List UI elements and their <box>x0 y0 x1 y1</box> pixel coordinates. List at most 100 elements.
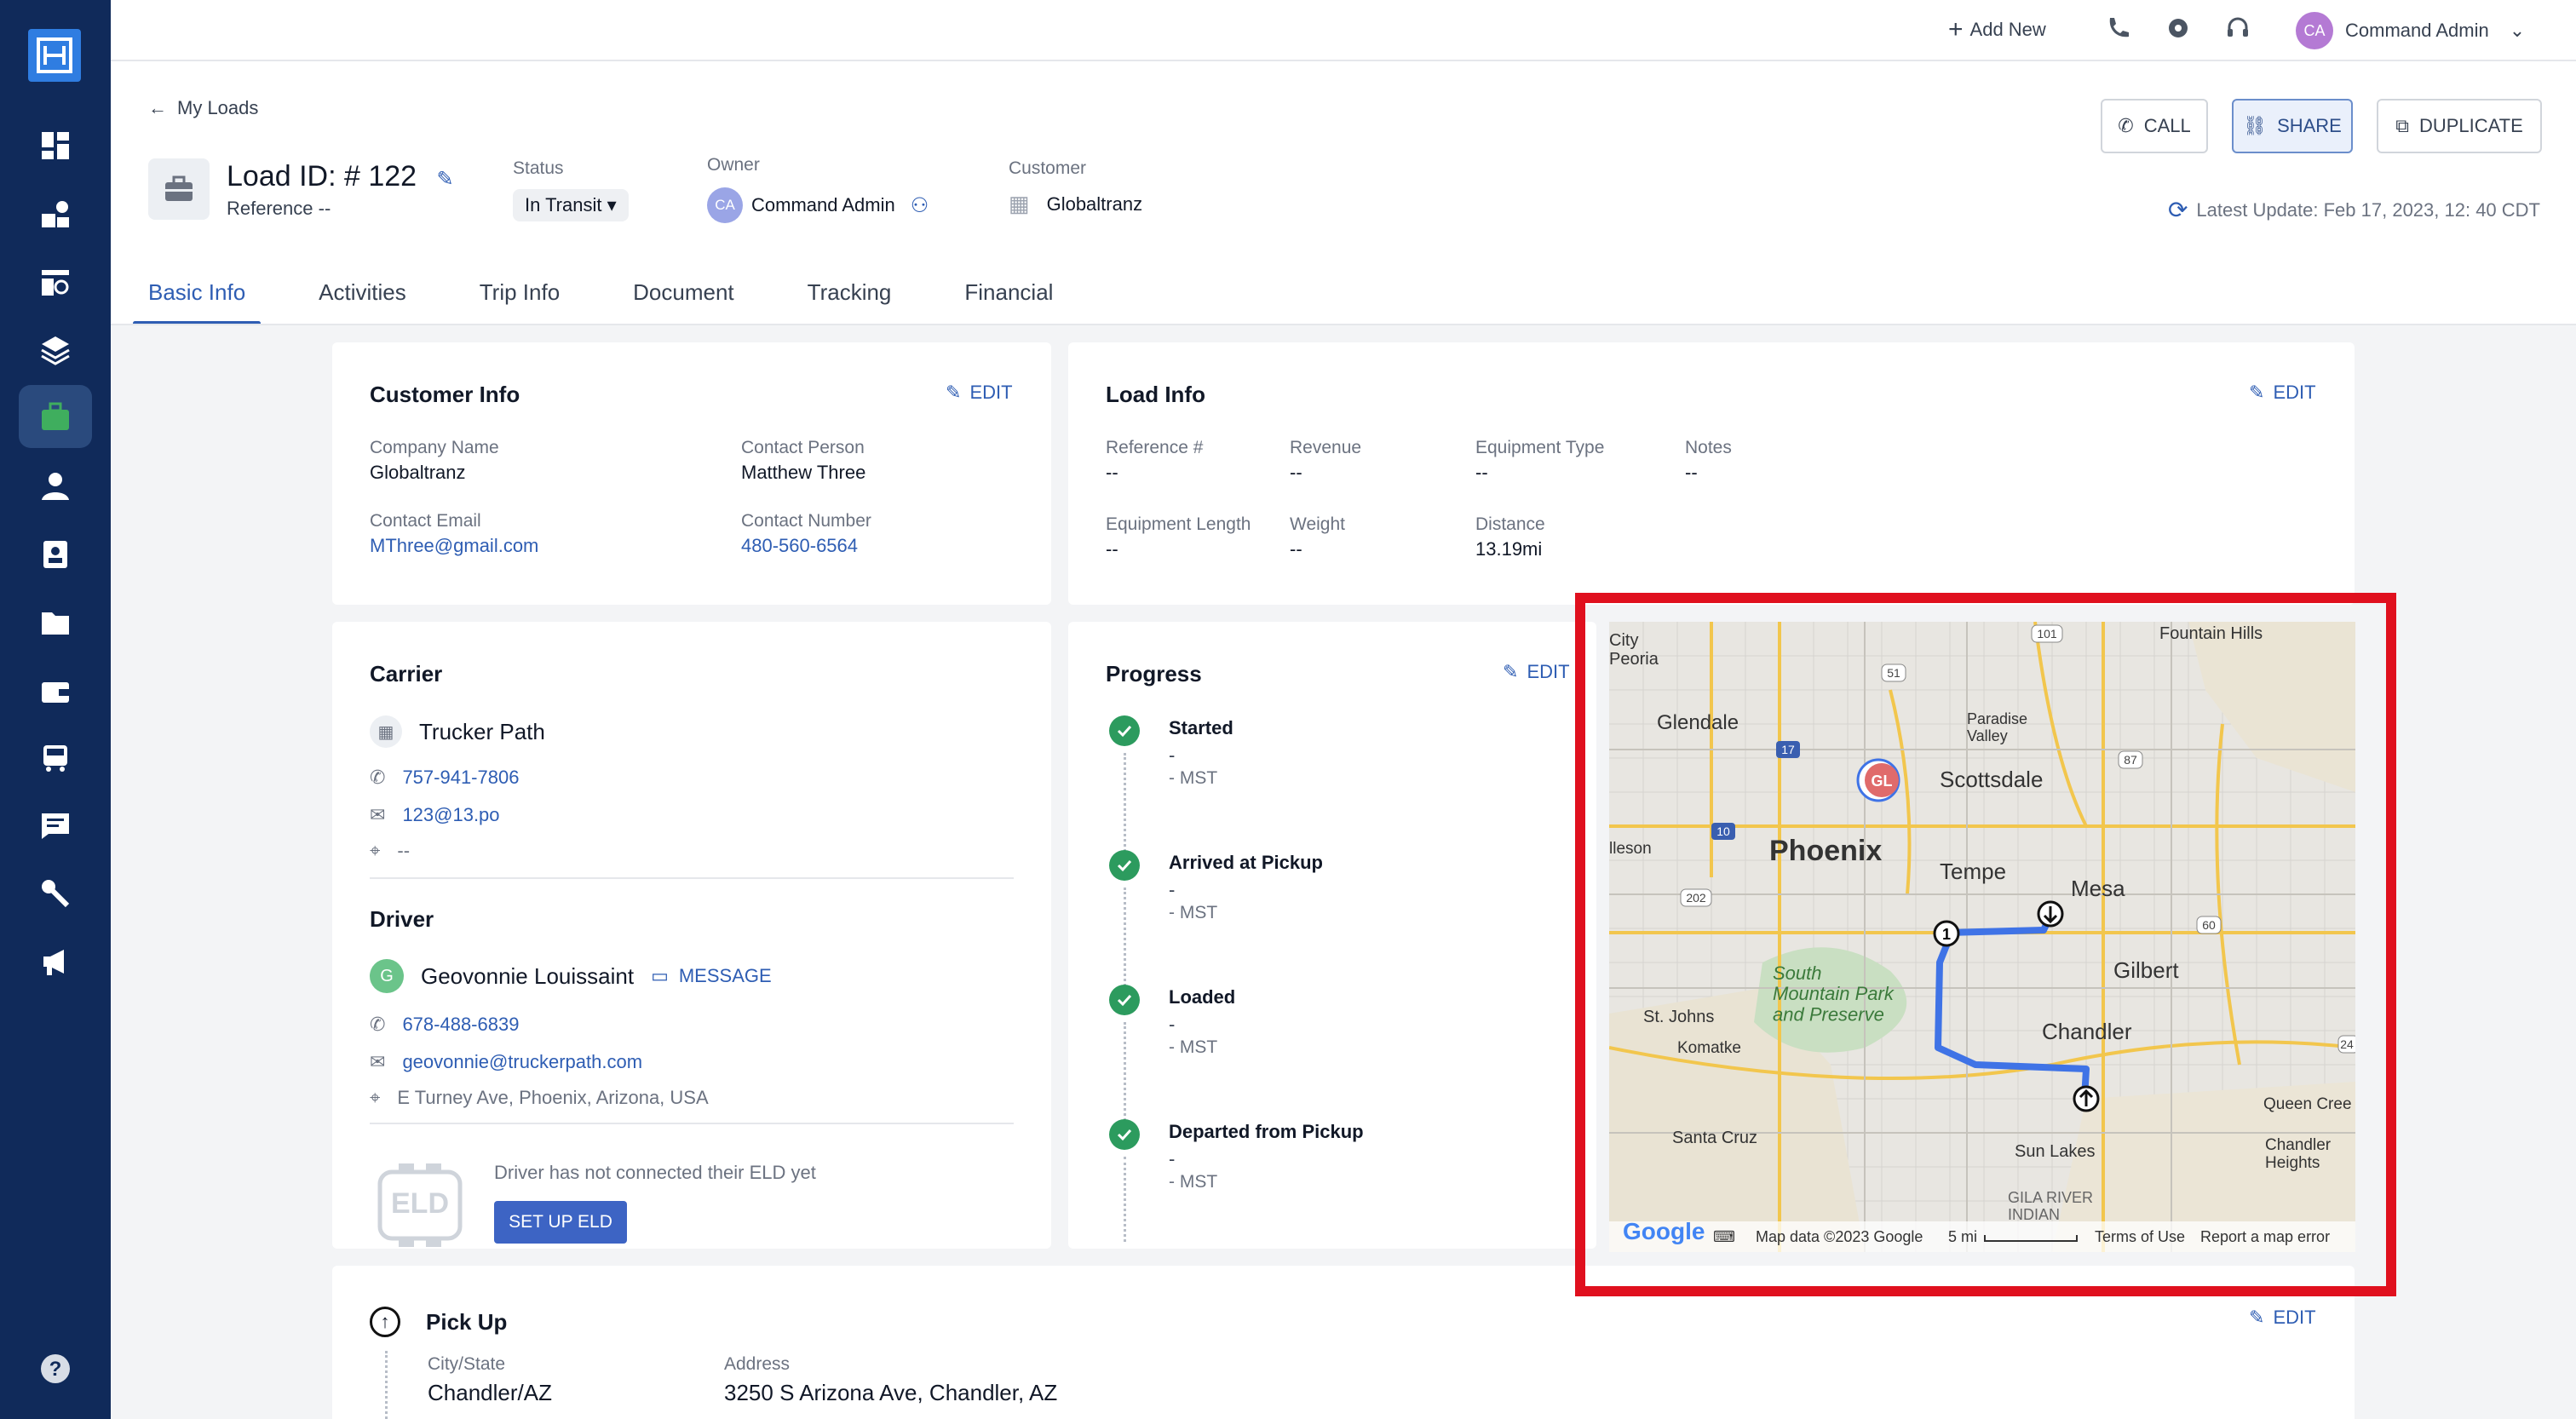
driver-phone[interactable]: 678-488-6839 <box>402 1014 519 1036</box>
folder-icon[interactable] <box>19 589 92 652</box>
tab-financial[interactable]: Financial <box>964 259 1053 325</box>
svg-text:17: 17 <box>1781 743 1795 756</box>
terms-link[interactable]: Terms of Use <box>2095 1228 2185 1246</box>
user-menu[interactable]: CA Command Admin ⌄ <box>2296 12 2525 49</box>
driver-name: Geovonnie Louissaint <box>421 962 635 989</box>
back-link[interactable]: ← My Loads <box>148 97 258 119</box>
contact-number-link[interactable]: 480-560-6564 <box>741 535 858 557</box>
dashboard-icon[interactable] <box>19 114 92 177</box>
call-button[interactable]: ✆ CALL <box>2101 99 2208 153</box>
step-name: Started <box>1169 717 1233 738</box>
highway-shield: 87 <box>2118 750 2143 769</box>
status-dropdown[interactable]: In Transit ▾ <box>513 189 629 221</box>
location-pin-icon: ⌖ <box>370 1087 381 1108</box>
carrier-phone[interactable]: 757-941-7806 <box>402 767 519 789</box>
contact-email-link[interactable]: MThree@gmail.com <box>370 535 538 557</box>
dropoff-arrow-down-icon[interactable] <box>2037 900 2064 928</box>
drivers-icon[interactable] <box>19 455 92 518</box>
equipment-length-label: Equipment Length <box>1106 514 1251 534</box>
owner-label: Owner <box>707 155 760 175</box>
carrier-email[interactable]: 123@13.po <box>402 804 499 826</box>
step-time: - MST <box>1169 768 1218 788</box>
wallet-icon[interactable] <box>19 659 92 722</box>
notes-label: Notes <box>1685 438 1732 457</box>
report-map-error-link[interactable]: Report a map error <box>2200 1228 2330 1246</box>
loads-briefcase-icon[interactable] <box>19 385 92 448</box>
pickup-arrow-up-icon[interactable] <box>2073 1085 2100 1112</box>
driver-avatar: G <box>370 959 404 993</box>
progress-title: Progress <box>1106 661 1202 687</box>
driver-email-row[interactable]: ✉ geovonnie@truckerpath.com <box>370 1051 642 1073</box>
share-button[interactable]: ⛓ SHARE <box>2232 99 2353 153</box>
step-name: Departed from Pickup <box>1169 1121 1364 1142</box>
driver-email[interactable]: geovonnie@truckerpath.com <box>402 1051 642 1073</box>
highway-shield: 24 <box>2337 1035 2355 1054</box>
add-new-button[interactable]: + Add New <box>1948 15 2046 44</box>
announcements-megaphone-icon[interactable] <box>19 930 92 993</box>
tab-activities[interactable]: Activities <box>319 259 406 325</box>
user-avatar: CA <box>2296 12 2333 49</box>
map-label: Fountain Hills <box>2159 624 2263 643</box>
support-headset-icon[interactable] <box>2225 15 2251 41</box>
carrier-name-row: ▦ Trucker Path <box>370 715 545 748</box>
svg-text:24: 24 <box>2340 1037 2354 1051</box>
tab-document[interactable]: Document <box>633 259 734 325</box>
search-loads-icon[interactable] <box>19 250 92 313</box>
tab-tracking[interactable]: Tracking <box>808 259 892 325</box>
user-name: Command Admin <box>2345 20 2489 41</box>
carrier-email-row[interactable]: ✉ 123@13.po <box>370 804 500 826</box>
tools-wrench-icon[interactable] <box>19 862 92 925</box>
step-value: - <box>1169 879 1176 900</box>
waypoint-start-marker[interactable]: 1 <box>1933 920 1960 947</box>
arrow-left-icon: ← <box>148 97 167 118</box>
driver-phone-row[interactable]: ✆ 678-488-6839 <box>370 1014 519 1036</box>
step-time: - MST <box>1169 1172 1218 1192</box>
setup-eld-button[interactable]: SET UP ELD <box>494 1201 627 1244</box>
duplicate-button[interactable]: ⧉ DUPLICATE <box>2377 99 2542 153</box>
add-new-label: Add New <box>1969 19 2046 40</box>
map-label: Tempe <box>1940 859 2006 884</box>
phone-icon[interactable] <box>2104 15 2130 41</box>
progress-edit-button[interactable]: ✎ EDIT <box>1503 661 1570 683</box>
refresh-icon[interactable]: ⟳ <box>2168 196 2188 224</box>
load-info-title: Load Info <box>1106 382 1205 407</box>
distance-label: Distance <box>1475 514 1545 534</box>
tab-trip-info[interactable]: Trip Info <box>480 259 560 325</box>
contacts-icon[interactable] <box>19 523 92 586</box>
equipment-type-value: -- <box>1475 462 1488 483</box>
map-canvas[interactable]: 1 GL 101 51 17 10 202 87 60 24 City Peor… <box>1609 622 2355 1252</box>
assign-user-icon[interactable]: ⚇ <box>911 193 929 218</box>
route-map[interactable]: 1 GL 101 51 17 10 202 87 60 24 City Peor… <box>1609 622 2355 1252</box>
edit-pencil-icon[interactable]: ✎ <box>437 168 454 191</box>
equipment-length-value: -- <box>1106 538 1118 560</box>
load-info-edit-button[interactable]: ✎ EDIT <box>2249 382 2316 404</box>
map-label: St. Johns <box>1643 1008 1714 1026</box>
pickup-city-value: Chandler/AZ <box>428 1380 552 1405</box>
help-question-icon[interactable]: ? <box>19 1337 92 1400</box>
map-label: Gilbert <box>2113 957 2179 983</box>
gl-location-marker[interactable]: GL <box>1856 758 1900 802</box>
keyboard-icon[interactable]: ⌨ <box>1713 1228 1735 1246</box>
customer-info-edit-button[interactable]: ✎ EDIT <box>946 382 1013 404</box>
pickup-title-row: ↑ Pick Up <box>370 1307 507 1337</box>
load-board-icon[interactable] <box>19 182 92 245</box>
briefcase-icon <box>148 158 210 220</box>
map-label: Komatke <box>1677 1039 1741 1057</box>
messages-icon[interactable] <box>19 794 92 857</box>
app-logo[interactable] <box>28 29 81 82</box>
settings-gear-icon[interactable] <box>2165 15 2191 41</box>
carrier-phone-row[interactable]: ✆ 757-941-7806 <box>370 767 519 789</box>
arrow-up-circle-icon: ↑ <box>370 1307 400 1337</box>
fleet-truck-icon[interactable] <box>19 726 92 789</box>
message-button[interactable]: ▭ MESSAGE <box>651 965 772 987</box>
carrier-title: Carrier <box>370 661 443 687</box>
contact-person-label: Contact Person <box>741 438 865 457</box>
svg-text:87: 87 <box>2124 753 2137 767</box>
highway-shield: 60 <box>2196 916 2222 934</box>
customer-info-title: Customer Info <box>370 382 520 407</box>
tab-basic-info[interactable]: Basic Info <box>132 259 262 325</box>
company-name-value: Globaltranz <box>370 462 466 483</box>
pickup-edit-button[interactable]: ✎ EDIT <box>2249 1307 2316 1329</box>
step-time: - MST <box>1169 903 1218 922</box>
layers-icon[interactable] <box>19 319 92 382</box>
